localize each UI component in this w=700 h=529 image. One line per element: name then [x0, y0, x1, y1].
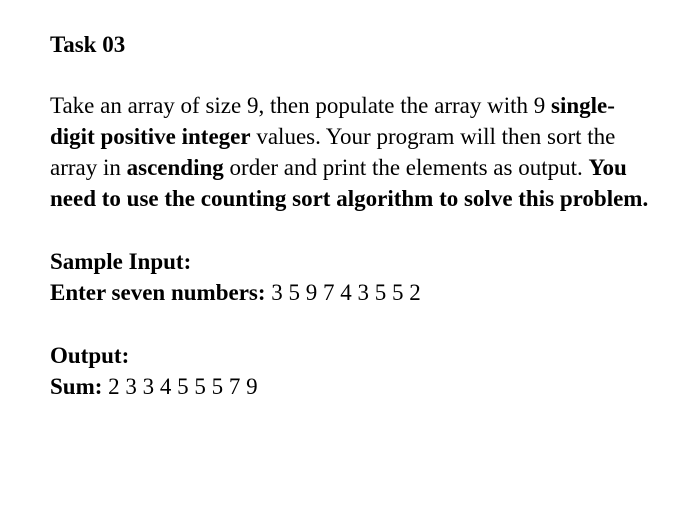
sample-input-section: Sample Input: Enter seven numbers: 3 5 9…	[50, 246, 650, 308]
sample-input-prompt: Enter seven numbers:	[50, 280, 271, 305]
output-label: Output:	[50, 340, 650, 371]
sample-input-values: 3 5 9 7 4 3 5 5 2	[271, 280, 421, 305]
output-line: Sum: 2 3 3 4 5 5 5 7 9	[50, 371, 650, 402]
task-description: Take an array of size 9, then populate t…	[50, 90, 650, 214]
output-prompt: Sum:	[50, 374, 108, 399]
task-heading: Task 03	[50, 32, 650, 58]
output-section: Output: Sum: 2 3 3 4 5 5 5 7 9	[50, 340, 650, 402]
desc-text-1: Take an array of size 9, then populate t…	[50, 93, 551, 118]
output-values: 2 3 3 4 5 5 5 7 9	[108, 374, 258, 399]
sample-input-label: Sample Input:	[50, 246, 650, 277]
desc-bold-2: ascending	[127, 155, 224, 180]
sample-input-line: Enter seven numbers: 3 5 9 7 4 3 5 5 2	[50, 277, 650, 308]
desc-text-3: order and print the elements as output.	[224, 155, 589, 180]
